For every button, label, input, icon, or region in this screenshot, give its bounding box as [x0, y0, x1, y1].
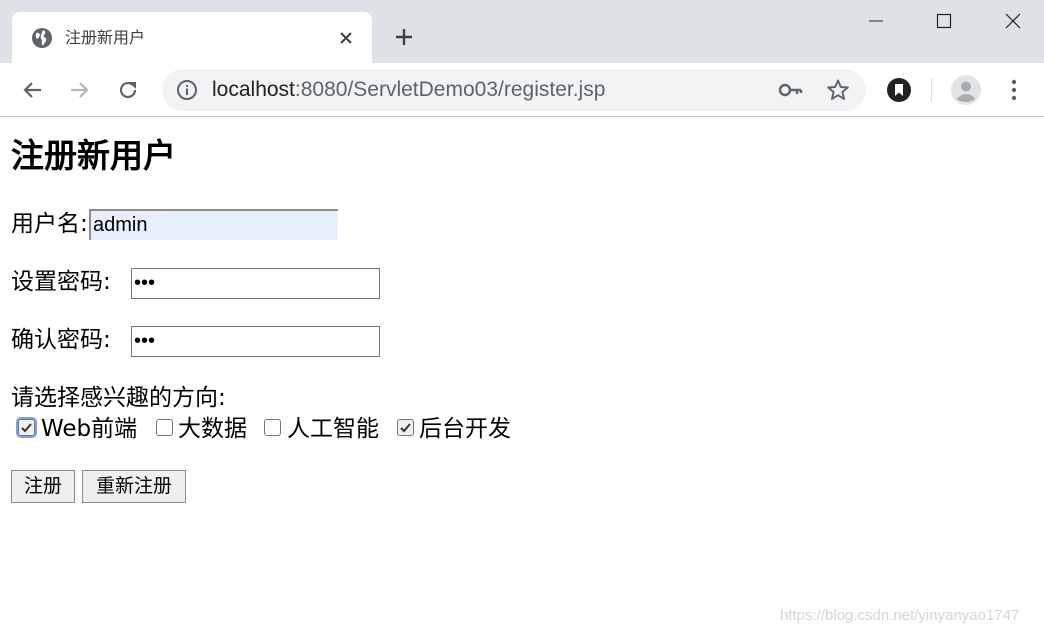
forward-arrow-icon[interactable]	[65, 75, 95, 105]
kebab-menu-icon[interactable]	[999, 75, 1029, 105]
tab-strip: 注册新用户	[0, 0, 1044, 63]
star-icon[interactable]	[826, 78, 850, 102]
address-bar[interactable]: localhost:8080/ServletDemo03/register.js…	[162, 69, 866, 111]
page-content: 注册新用户 用户名: 设置密码: 确认密码: 请选择感兴趣的方向: Web前端 …	[0, 118, 1044, 635]
browser-toolbar: localhost:8080/ServletDemo03/register.js…	[0, 63, 1044, 117]
bookmark-extension-icon[interactable]	[884, 75, 914, 105]
confirm-password-input[interactable]	[131, 326, 380, 357]
tab-title: 注册新用户	[65, 28, 146, 47]
url-host: localhost	[212, 78, 295, 101]
back-arrow-icon[interactable]	[17, 75, 47, 105]
interest-label-web: Web前端	[41, 416, 138, 442]
interest-label-backend: 后台开发	[419, 416, 511, 442]
url-path: :8080/ServletDemo03/register.jsp	[294, 78, 606, 101]
minimize-icon[interactable]	[856, 6, 896, 36]
url-text: localhost:8080/ServletDemo03/register.js…	[212, 78, 605, 102]
interest-label-bigdata: 大数据	[178, 416, 247, 442]
browser-tab[interactable]: 注册新用户	[12, 12, 372, 63]
username-input[interactable]	[89, 209, 338, 240]
interest-checkbox-backend[interactable]	[397, 419, 414, 436]
interest-label-ai: 人工智能	[287, 416, 379, 442]
info-icon[interactable]	[176, 79, 198, 101]
reset-button[interactable]: 重新注册	[82, 470, 186, 503]
password-label: 设置密码:	[11, 269, 111, 295]
interest-checkbox-web[interactable]	[16, 417, 37, 438]
interest-checkbox-ai[interactable]	[264, 419, 281, 436]
window-close-icon[interactable]	[993, 6, 1033, 36]
reload-icon[interactable]	[113, 75, 143, 105]
interest-prompt: 请选择感兴趣的方向:	[11, 385, 226, 411]
profile-avatar-icon[interactable]	[951, 75, 981, 105]
toolbar-divider	[931, 78, 932, 102]
plus-icon[interactable]	[391, 24, 417, 50]
watermark: https://blog.csdn.net/yinyanyao1747	[780, 607, 1020, 624]
globe-icon	[31, 27, 53, 49]
interest-checkbox-bigdata[interactable]	[156, 419, 173, 436]
close-icon[interactable]	[335, 27, 357, 49]
page-heading: 注册新用户	[11, 136, 176, 175]
key-icon[interactable]	[778, 79, 804, 101]
maximize-icon[interactable]	[924, 6, 964, 36]
submit-button[interactable]: 注册	[11, 470, 75, 503]
password-input[interactable]	[131, 268, 380, 299]
username-label: 用户名:	[11, 211, 88, 237]
confirm-password-label: 确认密码:	[11, 327, 111, 353]
